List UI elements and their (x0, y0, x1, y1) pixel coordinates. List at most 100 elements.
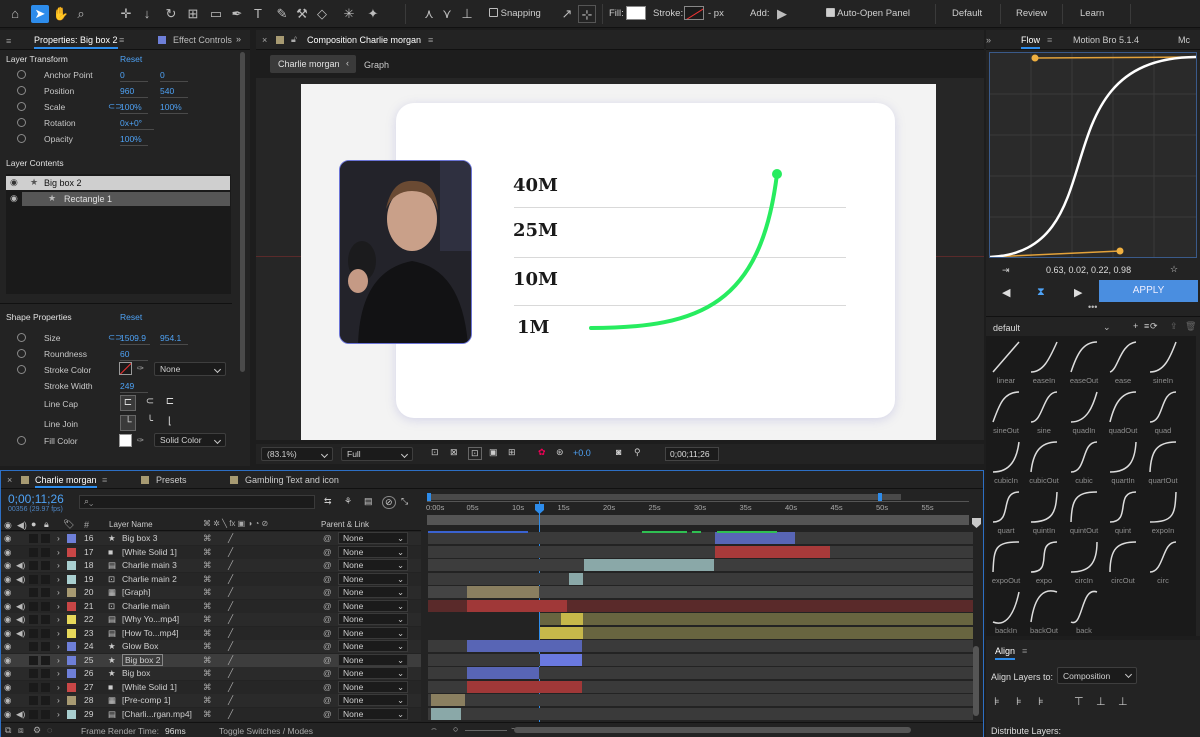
preset-cubic[interactable]: cubic (1065, 440, 1103, 486)
square-cap-icon[interactable]: ⊏ (162, 395, 178, 411)
grid-guides-icon[interactable]: ⊞ (508, 447, 516, 458)
video-switch-icon[interactable]: ◉ (4, 520, 12, 531)
audio-icon[interactable]: ◀) (16, 574, 25, 585)
parent-pickwhip-icon[interactable]: @ (323, 628, 332, 638)
quality-switch-icon[interactable]: ╱ (228, 709, 233, 720)
orbit-tool-icon[interactable]: ✛ (117, 5, 135, 23)
roundness-value[interactable]: 60 (120, 349, 148, 361)
anchor-x-value[interactable]: 0 (120, 70, 148, 82)
type-tool-icon[interactable]: T (249, 5, 267, 23)
audio-icon[interactable]: ◀) (16, 614, 25, 625)
tab-gambling[interactable]: Gambling Text and icon (245, 475, 339, 485)
lock-box[interactable] (41, 574, 50, 584)
ease-out-arrow-icon[interactable]: ▶ (1074, 286, 1082, 299)
layer-name[interactable]: Glow Box (122, 641, 158, 651)
workspace-review[interactable]: Review (1016, 8, 1047, 19)
shy-switch-icon[interactable]: ⌘ (203, 709, 212, 720)
ease-both-icon[interactable]: ⧗ (1037, 286, 1045, 299)
layer-duration-track[interactable] (428, 532, 973, 544)
shy-switch-icon[interactable]: ⌘ (203, 547, 212, 558)
rectangle-tool-icon[interactable]: ▭ (207, 5, 225, 23)
shy-switch-icon[interactable]: ⌘ (203, 614, 212, 625)
snapping-checkbox[interactable] (489, 8, 498, 17)
layer-name-header[interactable]: Layer Name (109, 520, 153, 529)
import-preset-icon[interactable]: ⇪ (1170, 321, 1178, 332)
layer-duration-track[interactable] (428, 707, 973, 720)
shy-switch-icon[interactable]: ⌘ (203, 628, 212, 639)
expand-arrow-icon[interactable]: › (57, 628, 60, 638)
size-w-value[interactable]: 1509.9 (120, 333, 150, 345)
align-left-icon[interactable]: ⊧ (994, 695, 1000, 708)
layer-row[interactable]: ◉ › 20 ▦ [Graph] ⌘ ╱ @ None ⌄ (1, 586, 421, 599)
preset-quadout[interactable]: quadOut (1104, 390, 1142, 436)
zoom-out-icon[interactable]: ⌢ (431, 723, 437, 734)
layer-name[interactable]: Charlie main 3 (122, 560, 177, 570)
layer-duration-bar[interactable] (467, 586, 539, 598)
tab-more[interactable]: Mc (1178, 35, 1190, 45)
zoom-tool-icon[interactable]: ⌕ (72, 5, 90, 23)
breadcrumb-charlie-morgan[interactable]: Charlie morgan ‹ (270, 55, 356, 73)
lock-icon[interactable]: 🔓︎ (291, 34, 297, 45)
bezier-curve-editor[interactable] (989, 53, 1197, 259)
layer-name[interactable]: Charlie main (122, 601, 170, 611)
layer-duration-track[interactable] (428, 572, 973, 585)
shape-reset-link[interactable]: Reset (120, 312, 142, 322)
rotate-tool-icon[interactable]: ↻ (162, 5, 180, 23)
align-bottom-icon[interactable]: ⊥ (1118, 695, 1128, 708)
eye-icon[interactable]: ◉ (4, 641, 11, 652)
pan-behind-tool-icon[interactable]: ↓ (138, 5, 156, 23)
roundness-stopwatch-icon[interactable] (17, 349, 26, 358)
bevel-join-icon[interactable]: ⌊ (162, 415, 178, 431)
layer-row[interactable]: ◉ › 26 ★ Big box ⌘ ╱ @ None ⌄ (1, 667, 421, 680)
scale-x-value[interactable]: 100% (120, 102, 148, 114)
expand-arrow-icon[interactable]: › (57, 655, 60, 665)
align-hcenter-icon[interactable]: ⊧ (1016, 695, 1022, 708)
tab-charlie-morgan[interactable]: Charlie morgan (35, 475, 97, 488)
parent-pickwhip-icon[interactable]: @ (323, 614, 332, 624)
resolution-dropdown[interactable]: Full (341, 447, 413, 461)
tab-properties[interactable]: Properties: Big box 2 (34, 35, 118, 49)
preset-back[interactable]: back (1065, 590, 1103, 636)
solo-box[interactable] (29, 669, 38, 678)
quality-switch-icon[interactable]: ╱ (228, 695, 233, 706)
layer-row[interactable]: ◉ › 28 ▦ [Pre-comp 1] ⌘ ╱ @ None ⌄ (1, 694, 421, 707)
fill-color-swatch[interactable] (119, 434, 132, 447)
pen-tool-icon[interactable]: ✒ (228, 5, 246, 23)
quality-switch-icon[interactable]: ╱ (228, 560, 233, 571)
local-axis-icon[interactable]: ⋏ (420, 5, 438, 23)
audio-switch-icon[interactable]: ◀) (17, 520, 27, 531)
timeline-horizontal-scrollbar[interactable] (514, 727, 911, 733)
layer-row[interactable]: ◉ ◀) › 19 ⊡ Charlie main 2 ⌘ ╱ @ None ⌄ (1, 572, 421, 586)
layer-name[interactable]: [Why Yo...mp4] (122, 614, 179, 624)
preset-circout[interactable]: circOut (1104, 540, 1142, 586)
layer-duration-track[interactable] (540, 626, 973, 639)
lock-box[interactable] (41, 669, 50, 678)
butt-cap-icon[interactable]: ⊏ (120, 395, 136, 411)
label-color-swatch[interactable] (67, 574, 76, 584)
snapping-toggle[interactable]: Snapping (489, 8, 541, 19)
shy-switch-icon[interactable]: ⌘ (203, 682, 212, 693)
preset-quartout[interactable]: quartOut (1144, 440, 1182, 486)
selection-tool-icon[interactable]: ➤ (31, 5, 49, 23)
lock-box[interactable] (41, 601, 50, 611)
anchor-tool-icon[interactable]: ⊞ (184, 5, 202, 23)
favorite-star-icon[interactable]: ☆ (1170, 264, 1178, 275)
transform-reset-link[interactable]: Reset (120, 54, 142, 64)
panel-menu-icon[interactable]: ≡ (6, 36, 11, 46)
layer-row[interactable]: ◉ ◀) › 23 ▤ [How To...mp4] ⌘ ╱ @ None ⌄ (1, 626, 421, 640)
layer-row[interactable]: ◉ › 16 ★ Big box 3 ⌘ ╱ @ None ⌄ (1, 532, 421, 545)
layer-duration-bar[interactable] (540, 626, 583, 639)
puppet-pin-icon[interactable]: ✦ (364, 5, 382, 23)
flow-menu-icon[interactable]: ≡ (1047, 35, 1052, 45)
layer-row[interactable]: ◉ › 24 ★ Glow Box ⌘ ╱ @ None ⌄ (1, 640, 421, 653)
add-preset-icon[interactable]: + (1133, 321, 1138, 331)
preset-sineout[interactable]: sineOut (987, 390, 1025, 436)
lock-box[interactable] (41, 642, 50, 651)
shy-switch-icon[interactable]: ⌘ (203, 641, 212, 652)
eye-icon[interactable]: ◉ (4, 547, 11, 558)
eye-icon[interactable]: ◉ (10, 177, 18, 188)
parent-pickwhip-icon[interactable]: @ (323, 560, 332, 570)
label-color-swatch[interactable] (67, 534, 76, 543)
timeline-menu-icon[interactable]: ≡ (102, 475, 107, 485)
layer-duration-bar[interactable] (467, 599, 567, 612)
